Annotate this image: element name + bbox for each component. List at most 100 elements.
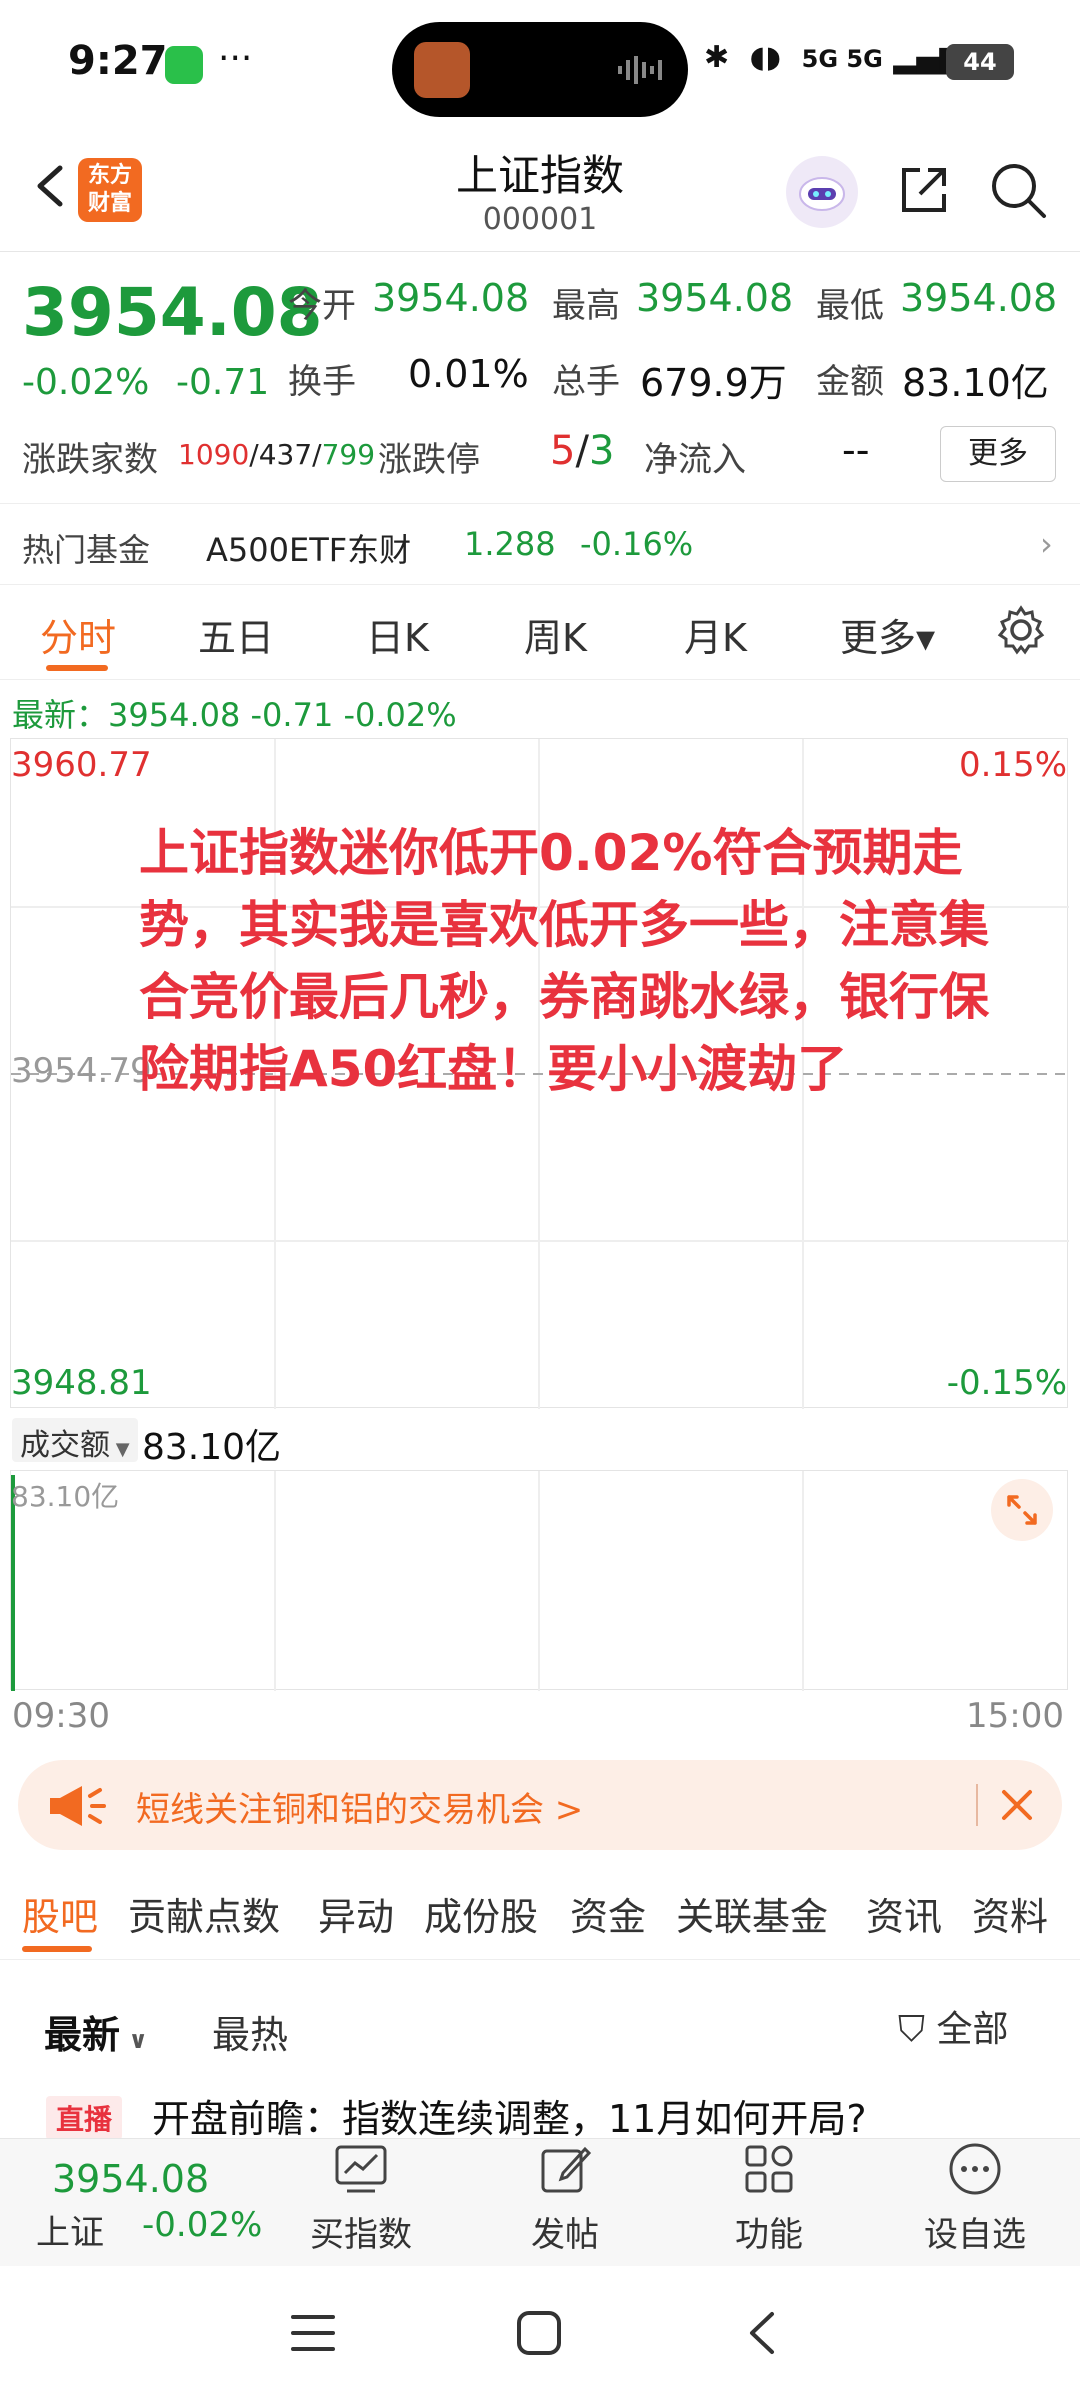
- info-tabs: 股吧 贡献点数 异动 成份股 资金 关联基金 资讯 资料: [0, 1862, 1080, 1960]
- post-headline[interactable]: 开盘前瞻：指数连续调整，11月如何开局?: [152, 2088, 867, 2143]
- high-label: 最高: [552, 286, 620, 326]
- filter-button[interactable]: ⛉ 全部: [898, 2000, 1008, 2052]
- watchlist-label: 设自选: [924, 2215, 1026, 2255]
- volume-chart[interactable]: 83.10亿: [10, 1470, 1068, 1691]
- promo-banner[interactable]: 短线关注铜和铝的交易机会 >: [18, 1760, 1062, 1850]
- tab-profile[interactable]: 资料: [972, 1886, 1048, 1941]
- tab-funds-flow[interactable]: 资金: [570, 1886, 646, 1941]
- system-nav-bar: [0, 2266, 1080, 2400]
- sort-hot[interactable]: 最热: [212, 2004, 288, 2059]
- volume-value: 679.9万: [640, 361, 787, 405]
- bottom-index-price-value: 3954.08: [52, 2157, 210, 2201]
- high-value: 3954.08: [636, 276, 794, 320]
- close-icon[interactable]: [996, 1784, 1038, 1826]
- bottom-action-bar: 3954.08 上证 -0.02% 买指数 发帖 功能 设自选: [0, 2138, 1080, 2266]
- current-price: 3954.08: [22, 274, 323, 351]
- page-title: 上证指数: [455, 151, 624, 200]
- bottom-index-price[interactable]: 3954.08: [52, 2157, 209, 2201]
- earbuds-icon: ◖◗: [749, 40, 782, 75]
- back-nav-icon[interactable]: [742, 2310, 782, 2356]
- dynamic-island[interactable]: [392, 22, 688, 117]
- sort-latest-label: 最新: [44, 2013, 121, 2057]
- volume-total: 83.10亿: [142, 1427, 282, 1468]
- hot-fund-label: 热门基金: [22, 531, 151, 569]
- signal-icons: ✱ ◖◗ 5G 5G ▂▄▆: [704, 40, 963, 75]
- chevron-down-icon: ∨: [120, 2026, 148, 2054]
- hot-fund-row[interactable]: 热门基金 A500ETF东财 1.288 -0.16% ›: [0, 505, 1080, 585]
- tab-more[interactable]: 更多▾: [840, 607, 935, 662]
- tab-guba[interactable]: 股吧: [22, 1886, 98, 1941]
- tab-news[interactable]: 资讯: [866, 1886, 942, 1941]
- more-quote-button[interactable]: 更多: [940, 426, 1056, 482]
- hot-fund-change: -0.16%: [580, 525, 694, 563]
- settings-gear-icon[interactable]: [994, 603, 1048, 657]
- back-icon[interactable]: [22, 156, 82, 216]
- y-axis-top-pct: 0.15%: [958, 745, 1067, 785]
- netflow-value: --: [842, 428, 870, 472]
- x-axis-start: 09:30: [12, 1696, 110, 1736]
- edit-icon: [541, 2146, 592, 2193]
- bottom-index-name: 上证: [36, 2213, 104, 2253]
- tab-constituents[interactable]: 成份股: [424, 1886, 538, 1941]
- audio-wave-icon: [618, 56, 662, 84]
- tab-daily-k[interactable]: 日K: [366, 607, 429, 662]
- y-axis-bottom-pct: -0.15%: [946, 1363, 1067, 1403]
- tab-monthly-k[interactable]: 月K: [684, 607, 747, 662]
- low-label: 最低: [816, 286, 884, 326]
- tab-contribution[interactable]: 贡献点数: [128, 1886, 280, 1941]
- wechat-icon: [165, 46, 203, 84]
- breadth-sep: /: [249, 438, 259, 471]
- quote-panel: 3954.08 -0.02% -0.71 今开 3954.08 最高 3954.…: [0, 252, 1080, 504]
- tab-related-funds[interactable]: 关联基金: [676, 1886, 828, 1941]
- intraday-chart[interactable]: 3960.77 0.15% 3954.79 3948.81 -0.15% 上证指…: [10, 738, 1069, 1409]
- expand-chart-icon[interactable]: [991, 1479, 1053, 1541]
- limit-sep: /: [575, 428, 589, 474]
- battery-icon: 44: [946, 44, 1014, 80]
- share-icon[interactable]: [892, 158, 956, 222]
- active-tab-indicator: [46, 665, 108, 671]
- app-header: 东方财富 上证指数 000001: [0, 130, 1080, 252]
- breadth-down: 799: [321, 438, 376, 471]
- more-notifications-icon: ···: [218, 38, 253, 79]
- buy-index-label: 买指数: [310, 2215, 412, 2255]
- bottom-index-change: -0.02%: [142, 2205, 263, 2245]
- functions-button[interactable]: 功能: [704, 2141, 834, 2256]
- turnover-value: 0.01%: [408, 352, 529, 396]
- filter-icon: ⛉: [898, 2009, 926, 2050]
- y-axis-top: 3960.77: [11, 745, 152, 785]
- megaphone-icon: [50, 1786, 106, 1826]
- y-axis-bottom: 3948.81: [11, 1363, 152, 1403]
- volume-selector[interactable]: 成交额 ▼: [12, 1418, 138, 1463]
- y-axis-mid: 3954.79: [11, 1051, 152, 1091]
- grid-icon: [745, 2145, 793, 2193]
- bluetooth-icon: ✱: [704, 40, 730, 75]
- open-value: 3954.08: [372, 276, 530, 320]
- search-icon[interactable]: [986, 158, 1050, 222]
- ai-assistant-icon[interactable]: [786, 156, 858, 228]
- breadth-label: 涨跌家数: [22, 440, 158, 480]
- tab-five-day[interactable]: 五日: [198, 607, 274, 662]
- feed-section: 最新 ∨ 最热 ⛉ 全部 直播 开盘前瞻：指数连续调整，11月如何开局?: [0, 1960, 1080, 2143]
- amount-value: 83.10亿: [902, 361, 1049, 405]
- home-icon[interactable]: [516, 2310, 562, 2356]
- active-tab-indicator: [22, 1946, 92, 1952]
- turnover-label: 换手: [288, 362, 356, 402]
- chart-line-icon: [335, 2145, 387, 2193]
- status-bar: 9:27 ··· ✱ ◖◗ 5G 5G ▂▄▆ 44: [0, 0, 1080, 130]
- breadth-values: 1090/437/799: [178, 438, 375, 471]
- sort-latest[interactable]: 最新 ∨: [44, 2004, 148, 2059]
- tab-movement[interactable]: 异动: [318, 1886, 394, 1941]
- open-label: 今开: [288, 286, 356, 326]
- add-watchlist-button[interactable]: 设自选: [910, 2141, 1040, 2256]
- hot-fund-name: A500ETF东财: [206, 531, 412, 569]
- amount-label: 金额: [816, 362, 884, 402]
- more-circle-icon: [949, 2143, 1001, 2195]
- live-badge: 直播: [46, 2096, 123, 2140]
- tab-intraday[interactable]: 分时: [40, 607, 116, 662]
- limit-label: 涨跌停: [378, 440, 480, 480]
- limit-values: 5/3: [550, 428, 614, 474]
- menu-icon[interactable]: [290, 2312, 336, 2354]
- tab-weekly-k[interactable]: 周K: [524, 607, 587, 662]
- buy-index-button[interactable]: 买指数: [296, 2141, 426, 2256]
- post-button[interactable]: 发帖: [500, 2141, 630, 2256]
